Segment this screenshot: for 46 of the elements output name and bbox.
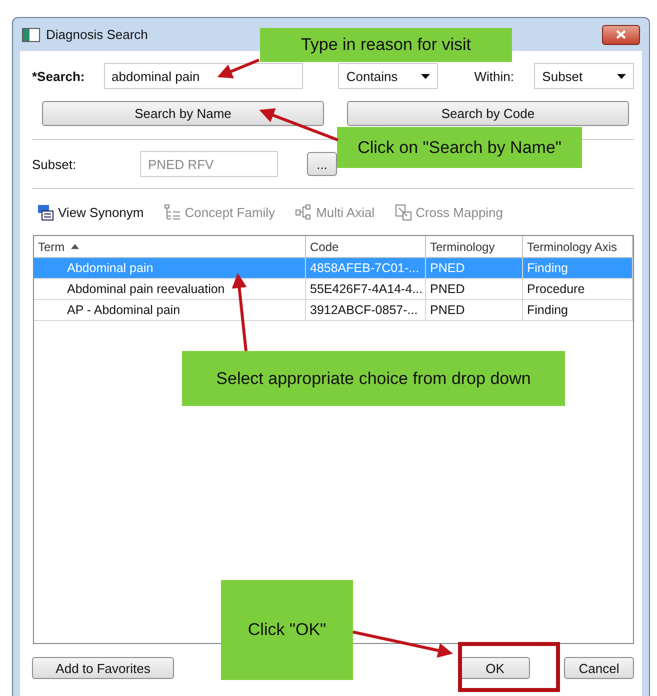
search-label: *Search: — [32, 68, 86, 84]
callout-note: Click "OK" — [221, 580, 353, 680]
search-button[interactable]: Search by Code — [347, 100, 629, 126]
table-cell: Finding — [527, 261, 568, 275]
hierarchy-icon — [295, 204, 312, 220]
table-cell: 3912ABCF-0857-... — [310, 303, 418, 317]
window-list-icon — [37, 204, 54, 220]
close-icon — [616, 30, 626, 39]
cancel-button[interactable]: Cancel — [564, 657, 634, 679]
column-header[interactable]: Term — [38, 240, 65, 254]
callout-note: Select appropriate choice from drop down — [182, 351, 565, 406]
column-header[interactable]: Terminology Axis — [527, 240, 618, 254]
table-cell: AP - Abdominal pain — [67, 303, 180, 317]
app-icon — [22, 28, 40, 42]
mapping-icon — [394, 204, 412, 220]
within-dropdown[interactable]: Subset — [534, 63, 634, 89]
table-cell: PNED — [430, 282, 465, 296]
subset-label: Subset: — [32, 156, 78, 172]
table-cell: 55E426F7-4A14-4... — [310, 282, 423, 296]
table-cell: Abdominal pain reevaluation — [67, 282, 225, 296]
search-button[interactable]: Search by Name — [42, 100, 324, 126]
search-field[interactable]: abdominal pain — [104, 63, 304, 89]
dropdown-caret-icon — [616, 74, 626, 78]
callout-note: Click on "Search by Name" — [337, 127, 582, 168]
table-cell: PNED — [430, 303, 465, 317]
column-header[interactable]: Terminology — [430, 240, 495, 254]
table-cell: 4858AFEB-7C01-... — [310, 261, 420, 275]
match-dropdown[interactable]: Contains — [338, 63, 438, 89]
callout-note: Type in reason for visit — [260, 28, 512, 62]
column-header[interactable]: Code — [310, 240, 339, 254]
close-button[interactable] — [602, 24, 640, 44]
ok-button[interactable]: OK — [460, 657, 530, 679]
sort-ascending-icon — [70, 244, 79, 249]
table-row[interactable]: Abdominal pain reevaluation 55E426F7-4A14-4... PNED Procedure — [34, 279, 633, 300]
table-cell: Finding — [527, 303, 568, 317]
window-title: Diagnosis Search — [46, 27, 149, 42]
table-cell: Abdominal pain — [67, 261, 154, 275]
arrow — [217, 58, 260, 78]
dropdown-caret-icon — [421, 74, 430, 78]
table-row[interactable]: AP - Abdominal pain 3912ABCF-0857-... PNED Finding — [34, 300, 633, 321]
tree-icon — [164, 204, 181, 220]
within-label: Within: — [474, 68, 515, 84]
table-cell: PNED — [430, 261, 465, 275]
toolbar-button[interactable]: View Synonym — [37, 204, 144, 220]
table-cell: Procedure — [527, 282, 585, 296]
add-to-favorites-button[interactable]: Add to Favorites — [32, 657, 174, 679]
